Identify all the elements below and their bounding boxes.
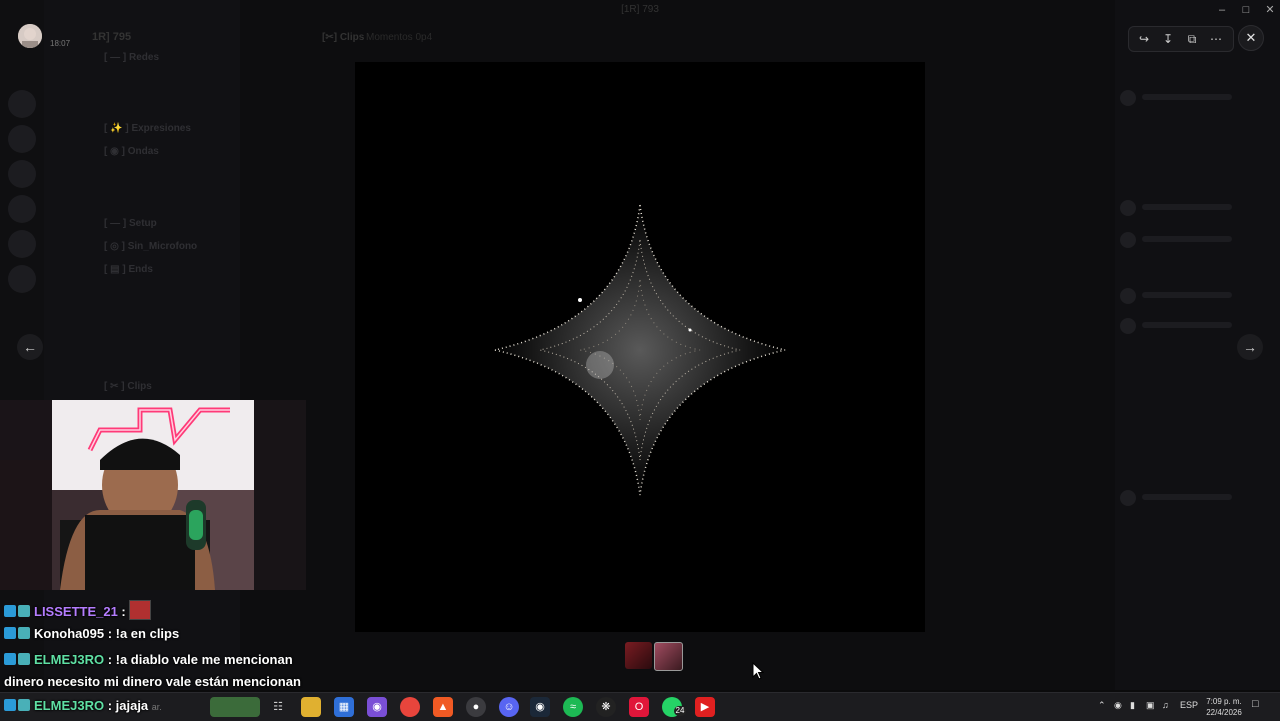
clock-time[interactable]: 7:09 p. m. <box>1204 697 1244 706</box>
channel-item[interactable]: [ ✨ ] Expresiones <box>104 123 191 141</box>
chat-username: ELMEJ3RO <box>34 652 105 667</box>
channel-item[interactable]: [ — ] Redes <box>104 52 159 70</box>
member-item[interactable] <box>1120 490 1270 506</box>
channel-item[interactable]: [ — ] Setup <box>104 218 157 236</box>
store-icon[interactable]: ▦ <box>334 697 354 717</box>
app-icon[interactable]: ❋ <box>596 697 616 717</box>
next-arrow-icon[interactable]: → <box>1237 334 1263 360</box>
network-icon[interactable]: ▣ <box>1146 700 1155 711</box>
taskbar: ☷ ▦ ◉ ▲ ● ☺ ◉ ≈ ❋ O 24 ▶ ⌃ ◉ ▮ ▣ ♫ ESP □ <box>0 692 1280 721</box>
sub-badge-icon <box>18 653 30 665</box>
chat-username: ELMEJ3RO <box>34 698 105 713</box>
member-item[interactable] <box>1120 200 1270 216</box>
member-item[interactable] <box>1120 232 1270 248</box>
chat-username: LISSETTE_21 <box>34 604 118 619</box>
youtube-icon[interactable]: ▶ <box>695 697 715 717</box>
steam-icon[interactable]: ◉ <box>530 697 550 717</box>
sub-badge-icon <box>18 605 30 617</box>
microphone-icon[interactable]: ▮ <box>1130 700 1135 711</box>
window-title: [1R] 793 <box>621 4 659 15</box>
app-icon[interactable]: ◉ <box>367 697 387 717</box>
widgets-icon[interactable] <box>210 697 260 717</box>
chat-message: Konoha095 : !a en clips <box>4 626 179 641</box>
tray-app-icon[interactable]: ◉ <box>1114 700 1122 711</box>
server-icon[interactable] <box>8 265 36 293</box>
server-icon[interactable] <box>8 160 36 188</box>
avatar[interactable] <box>18 24 42 48</box>
file-explorer-icon[interactable] <box>301 697 321 717</box>
minimize-icon[interactable]: – <box>1212 2 1232 18</box>
sub-badge-icon <box>18 627 30 639</box>
channel-item[interactable]: [ ◎ ] Sin_Microfono <box>104 241 197 259</box>
obs-icon[interactable]: ● <box>466 697 486 717</box>
more-icon[interactable]: ⋯ <box>1205 30 1227 48</box>
notification-icon[interactable]: □ <box>1252 698 1259 710</box>
download-icon[interactable]: ↧ <box>1157 30 1179 48</box>
thumbnail[interactable] <box>625 642 652 669</box>
whatsapp-badge: 24 <box>674 706 686 716</box>
chrome-icon[interactable] <box>400 697 420 717</box>
chat-message: ELMEJ3RO : jajaja ar. <box>4 698 162 713</box>
server-icon[interactable] <box>8 125 36 153</box>
taskbar-search-text[interactable]: ar. <box>152 702 162 712</box>
prime-badge-icon <box>4 653 16 665</box>
thumbnail[interactable] <box>654 642 683 671</box>
server-name[interactable]: 1R] 795 <box>92 31 131 43</box>
window-close-icon[interactable]: ✕ <box>1260 2 1280 18</box>
task-view-icon[interactable]: ☷ <box>268 697 288 717</box>
chat-emote <box>129 600 152 620</box>
sub-badge-icon <box>18 699 30 711</box>
server-icon[interactable] <box>8 90 36 118</box>
chat-text: dinero necesito mi dinero vale están men… <box>4 674 301 689</box>
viewer-toolbar: ↪ ↧ ⧉ ⋯ <box>1128 26 1234 52</box>
prime-badge-icon <box>4 605 16 617</box>
spotify-icon[interactable]: ≈ <box>563 697 583 717</box>
volume-icon[interactable]: ♫ <box>1162 700 1169 710</box>
close-icon[interactable]: ✕ <box>1238 25 1264 51</box>
server-icon[interactable] <box>8 230 36 258</box>
open-external-icon[interactable]: ⧉ <box>1181 30 1203 48</box>
prime-badge-icon <box>4 627 16 639</box>
discord-icon[interactable]: ☺ <box>499 697 519 717</box>
sparkle-image <box>494 204 786 496</box>
prev-arrow-icon[interactable]: ← <box>17 334 43 360</box>
clock-date[interactable]: 22/4/2026 <box>1201 708 1247 717</box>
chat-message: ELMEJ3RO : !a diablo vale me mencionan <box>4 652 293 667</box>
webcam-feed <box>0 400 306 590</box>
channel-title: [✂] Clips <box>322 32 365 43</box>
thumbnail-strip <box>603 642 683 671</box>
maximize-icon[interactable]: □ <box>1236 2 1256 18</box>
chat-message: LISSETTE_21 : <box>4 600 152 620</box>
member-item[interactable] <box>1120 90 1270 106</box>
prime-badge-icon <box>4 699 16 711</box>
chat-text: !a diablo vale me mencionan <box>115 652 293 667</box>
channel-description: Momentos 0p4 <box>366 32 433 43</box>
chat-username: Konoha095 <box>34 626 105 641</box>
chat-text: jajaja <box>115 698 149 713</box>
opera-icon[interactable]: O <box>629 697 649 717</box>
language-indicator[interactable]: ESP <box>1180 700 1198 710</box>
server-icon[interactable] <box>8 195 36 223</box>
mouse-cursor-icon <box>752 662 764 680</box>
brave-icon[interactable]: ▲ <box>433 697 453 717</box>
channel-item[interactable]: [ ✂ ] Clips <box>104 381 152 399</box>
chat-text: !a en clips <box>115 626 180 641</box>
forward-icon[interactable]: ↪ <box>1133 30 1155 48</box>
chat-message-continuation: dinero necesito mi dinero vale están men… <box>4 674 301 689</box>
tray-chevron-icon[interactable]: ⌃ <box>1098 700 1106 711</box>
member-item[interactable] <box>1120 318 1270 334</box>
channel-item[interactable]: [ ▤ ] Ends <box>104 264 153 282</box>
user-time: 18:07 <box>50 39 71 48</box>
channel-item[interactable]: [ ◉ ] Ondas <box>104 146 159 164</box>
member-item[interactable] <box>1120 288 1270 304</box>
